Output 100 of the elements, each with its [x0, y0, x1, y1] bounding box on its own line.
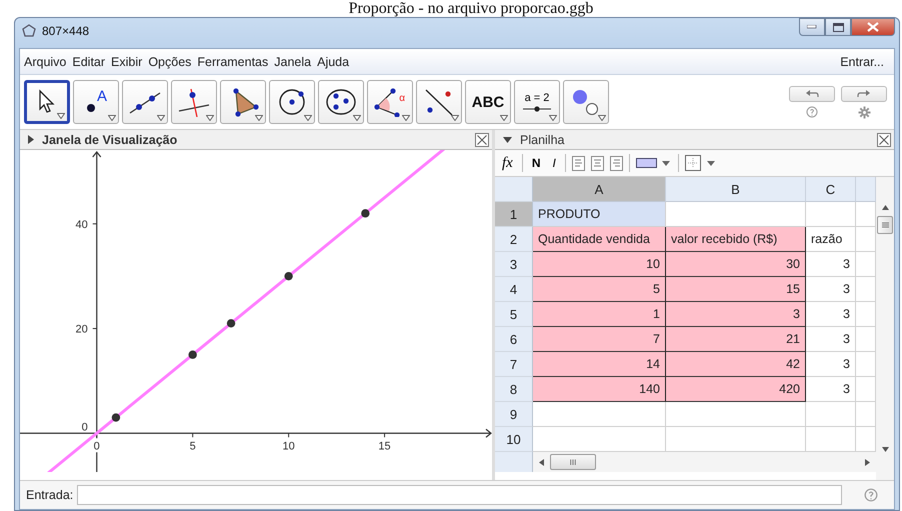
align-icon[interactable]: [572, 156, 585, 170]
tool-button[interactable]: [220, 80, 266, 124]
collapse-icon[interactable]: [503, 136, 512, 142]
row-header[interactable]: 7: [495, 352, 533, 377]
row-header[interactable]: 1: [495, 202, 533, 227]
menu-item[interactable]: Janela: [274, 54, 312, 68]
tool-button[interactable]: a = 2: [514, 80, 560, 124]
vertical-scrollbar[interactable]: [876, 177, 894, 480]
settings-icon[interactable]: [858, 106, 870, 118]
maximize-icon: [832, 22, 844, 32]
column-header[interactable]: A: [533, 177, 666, 202]
scrollbar-thumb[interactable]: [877, 216, 893, 234]
row-header[interactable]: 10: [495, 427, 533, 452]
app-icon: [21, 23, 37, 39]
table-cell: PRODUTO: [533, 202, 666, 227]
table-cell: [806, 402, 856, 427]
align-icon[interactable]: [590, 156, 604, 170]
redo-button[interactable]: [841, 86, 887, 102]
corner-cell[interactable]: [495, 177, 533, 202]
tool-button[interactable]: A: [73, 80, 119, 124]
tool-button[interactable]: ABC: [465, 80, 511, 124]
table-cell: [856, 227, 876, 252]
dropdown-icon: [108, 115, 116, 121]
close-icon[interactable]: [475, 132, 489, 146]
tool-button[interactable]: [318, 80, 364, 124]
collapse-icon[interactable]: [28, 135, 34, 144]
menu-item[interactable]: Ferramentas: [197, 54, 268, 68]
window-title: 807×448: [42, 24, 90, 38]
point-icon: [84, 103, 97, 113]
dropdown-icon: [549, 115, 557, 121]
undo-icon: [805, 88, 819, 98]
undo-button[interactable]: [789, 86, 835, 102]
table-cell: 14: [533, 352, 666, 377]
menu-item[interactable]: Exibir: [111, 54, 142, 68]
menu-item[interactable]: Opções: [148, 54, 192, 68]
table-cell: 5: [533, 277, 666, 302]
login-link[interactable]: Entrar...: [840, 54, 884, 68]
row-header[interactable]: 4: [495, 277, 533, 302]
tick-label: 40: [76, 218, 88, 231]
input-field[interactable]: [77, 485, 842, 505]
tool-button[interactable]: [171, 80, 217, 124]
column-header[interactable]: B: [666, 177, 806, 202]
menu-item[interactable]: Ajuda: [317, 54, 350, 68]
tool-label: A: [96, 88, 107, 104]
table-cell: [856, 402, 876, 427]
function-button[interactable]: fx: [499, 154, 516, 172]
horizontal-scrollbar[interactable]: III: [533, 452, 876, 472]
row-header[interactable]: 9: [495, 402, 533, 427]
table-cell: [856, 277, 876, 302]
tick-label: 10: [282, 440, 295, 452]
bold-button[interactable]: N: [528, 156, 544, 170]
tool-button[interactable]: [269, 80, 315, 124]
table-cell: 3: [806, 277, 856, 302]
redo-icon: [857, 88, 871, 98]
row-header[interactable]: 3: [495, 252, 533, 277]
dropdown-icon: [255, 115, 263, 121]
dropdown-icon: [598, 115, 606, 121]
table-cell: 140: [533, 377, 666, 402]
table-cell: [856, 202, 876, 227]
menu-item[interactable]: Editar: [72, 54, 106, 68]
dropdown-icon: [206, 115, 214, 121]
tick-label: 0: [94, 440, 100, 452]
scrollbar-thumb[interactable]: III: [550, 454, 596, 470]
table-cell: [856, 252, 876, 277]
scroll-left-icon[interactable]: [539, 458, 544, 466]
tool-button[interactable]: α: [367, 80, 413, 124]
dropdown-icon: [57, 113, 65, 119]
maximize-button[interactable]: [825, 18, 851, 36]
menu-item[interactable]: Arquivo: [24, 54, 66, 68]
table-cell: 1: [533, 302, 666, 327]
italic-button[interactable]: I: [550, 156, 559, 170]
scroll-down-icon[interactable]: [882, 447, 888, 452]
table-cell: razão: [806, 227, 856, 252]
row-header[interactable]: 6: [495, 327, 533, 352]
tick-label: 0: [82, 421, 88, 434]
tool-button[interactable]: [416, 80, 462, 124]
table-cell: 10: [533, 252, 666, 277]
table-cell: [856, 427, 876, 452]
column-header[interactable]: C: [806, 177, 856, 202]
tool-button[interactable]: [24, 80, 70, 124]
help-icon[interactable]: [864, 488, 878, 502]
scroll-up-icon[interactable]: [882, 205, 888, 210]
minimize-button[interactable]: [799, 18, 825, 36]
help-icon[interactable]: [806, 106, 818, 118]
color-picker-icon[interactable]: [636, 157, 672, 169]
tool-button[interactable]: [122, 80, 168, 124]
row-header[interactable]: 2: [495, 227, 533, 252]
ellipse-icon: [324, 87, 358, 117]
close-button[interactable]: [851, 18, 895, 36]
row-header: [495, 452, 533, 472]
row-header[interactable]: 8: [495, 377, 533, 402]
table-cell: 21: [666, 327, 806, 352]
align-icon[interactable]: [610, 156, 623, 170]
grip-icon: [882, 222, 888, 228]
close-icon[interactable]: [877, 132, 891, 146]
close-icon: [867, 22, 879, 32]
dropdown-icon: [451, 115, 459, 121]
table-cell: 3: [806, 302, 856, 327]
row-header[interactable]: 5: [495, 302, 533, 327]
scroll-right-icon[interactable]: [865, 458, 870, 466]
